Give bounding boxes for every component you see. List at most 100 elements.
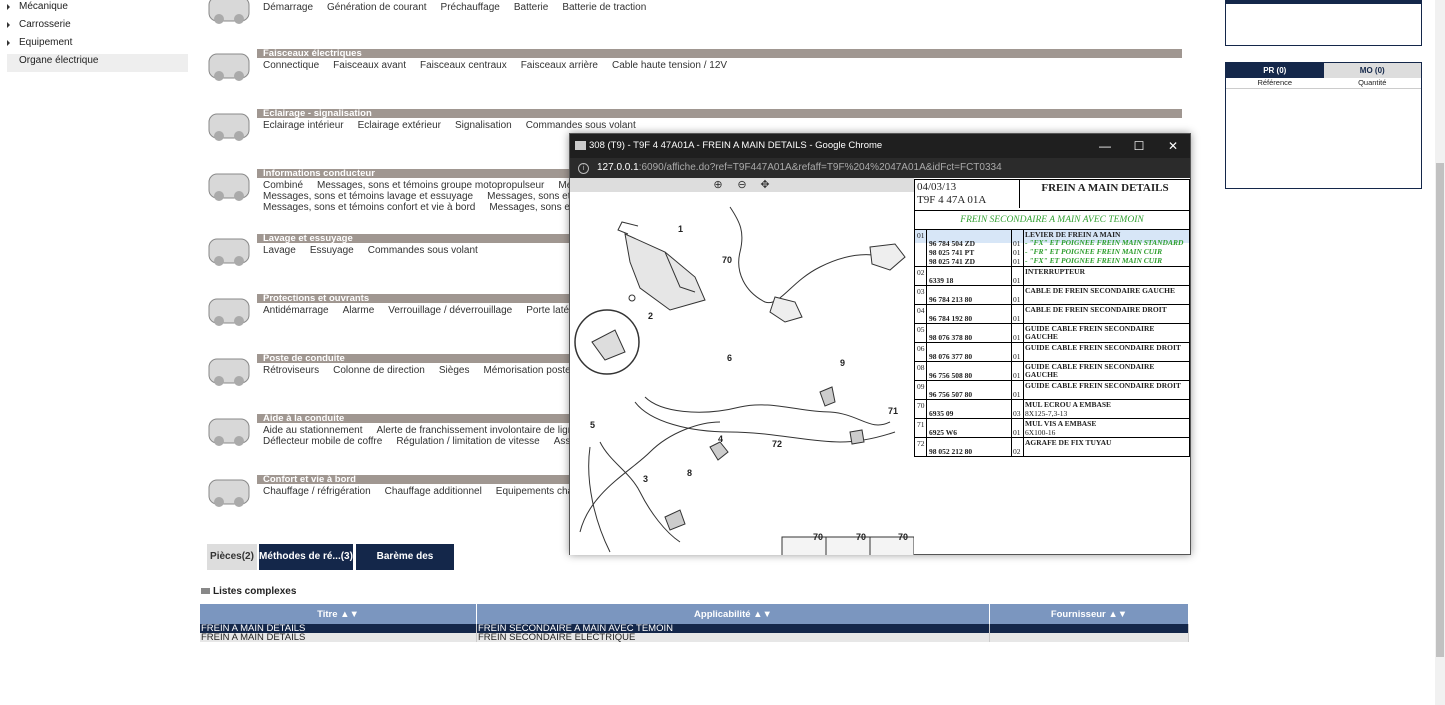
tab-pr[interactable]: PR (0) (1226, 63, 1324, 78)
diagram-callout[interactable]: 4 (718, 434, 723, 444)
category-link[interactable]: Sièges (439, 365, 470, 376)
category-link[interactable]: Verrouillage / déverrouillage (388, 305, 512, 316)
column-header-fournisseur[interactable]: Fournisseur ▲▼ (989, 604, 1189, 624)
category-link[interactable]: Essuyage (310, 245, 354, 256)
diagram-callout[interactable]: 8 (687, 468, 692, 478)
part-row[interactable]: 72 98 052 212 80 02 AGRAFE DE FIX TUYAU (914, 438, 1190, 457)
part-row[interactable]: 02 6339 18 01 INTERRUPTEUR (914, 267, 1190, 286)
category-image (205, 351, 255, 391)
category-link[interactable]: Chauffage / réfrigération (263, 486, 371, 497)
tab-bareme[interactable]: Barème des temps(1) (356, 544, 454, 588)
category-link[interactable]: Démarrage (263, 2, 313, 13)
category-link[interactable]: Connectique (263, 60, 319, 71)
part-number: 01 (917, 231, 925, 240)
category-link[interactable]: Faisceaux centraux (420, 60, 507, 71)
part-number: 02 (917, 268, 925, 277)
diagram-callout[interactable]: 2 (648, 311, 653, 321)
part-quantity: 01 (1013, 333, 1021, 342)
part-quantity: 01 (1013, 428, 1021, 437)
column-header-titre[interactable]: Titre ▲▼ (200, 604, 477, 624)
category-link[interactable]: Préchauffage (441, 2, 500, 13)
category-link[interactable]: Combiné (263, 180, 303, 191)
category-image (205, 291, 255, 331)
part-description: CABLE DE FREIN SECONDAIRE DROIT (1025, 305, 1167, 314)
part-row[interactable]: 01 96 784 504 ZD 01 LEVIER DE FREIN A MAIN -… (914, 230, 1190, 267)
category-link[interactable]: Messages, sons et témoins groupe motopro… (317, 180, 544, 191)
diagram-callout[interactable]: 9 (840, 358, 845, 368)
category-image (205, 472, 255, 512)
parts-list: 04/03/13 T9F 4 47A 01A FREIN A MAIN DETA… (914, 179, 1190, 457)
category-link[interactable]: Déflecteur mobile de coffre (263, 436, 382, 447)
part-quantity: 01 (1013, 352, 1021, 361)
tab-pieces[interactable]: Pièces(2) (207, 544, 257, 570)
nav-item-mecanique[interactable]: Mécanique (7, 0, 188, 18)
category-link[interactable]: Chauffage additionnel (385, 486, 482, 497)
category-link[interactable]: Messages, sons et témoins lavage et essu… (263, 191, 473, 202)
part-description: INTERRUPTEUR (1025, 267, 1086, 276)
category-link[interactable]: Antidémarrage (263, 305, 329, 316)
category-link[interactable]: Signalisation (455, 120, 512, 131)
category-link[interactable]: Eclairage intérieur (263, 120, 344, 131)
category-link[interactable]: Batterie de traction (562, 2, 646, 13)
category-link[interactable]: Aide au stationnement (263, 425, 363, 436)
zoom-out-icon[interactable]: ⊖ (735, 178, 749, 192)
diagram-callout[interactable]: 3 (643, 474, 648, 484)
maximize-icon[interactable]: ☐ (1122, 134, 1156, 158)
diagram-callout[interactable]: 70 (856, 532, 866, 542)
nav-item-equipement[interactable]: Equipement (7, 36, 188, 54)
diagram-callout[interactable]: 1 (678, 224, 683, 234)
part-number: 72 (917, 439, 925, 448)
category-link[interactable]: Batterie (514, 2, 548, 13)
diagram-callout[interactable]: 70 (898, 532, 908, 542)
category-link[interactable]: Alerte de franchissement involontaire de… (377, 425, 579, 436)
page-scrollbar[interactable] (1435, 0, 1445, 705)
part-row[interactable]: 03 96 784 213 80 01 CABLE DE FREIN SECONDAI… (914, 286, 1190, 305)
part-row[interactable]: 05 98 076 378 80 01 GUIDE CABLE FREIN SECON… (914, 324, 1190, 343)
diagram-callout[interactable]: 6 (727, 353, 732, 363)
category-link[interactable]: Faisceaux avant (333, 60, 406, 71)
category-link[interactable]: Colonne de direction (333, 365, 425, 376)
address-bar[interactable]: i 127.0.0.1:6090/affiche.do?ref=T9F447A0… (570, 158, 1190, 178)
nav-item-organe-electrique[interactable]: Organe électrique (7, 54, 188, 72)
table-row[interactable]: FREIN A MAIN DETAILS FREIN SECONDAIRE A … (200, 624, 1189, 633)
zoom-pan-icon[interactable]: ✥ (758, 178, 772, 192)
diagram-callout[interactable]: 70 (722, 255, 732, 265)
part-row[interactable]: 08 96 756 508 80 01 GUIDE CABLE FREIN SECON… (914, 362, 1190, 381)
category-link[interactable]: Commandes sous volant (526, 120, 636, 131)
minimize-icon[interactable]: — (1088, 134, 1122, 158)
part-row[interactable]: 04 96 784 192 80 01 CABLE DE FREIN SECONDAI… (914, 305, 1190, 324)
diagram-callout[interactable]: 5 (590, 420, 595, 430)
nav-item-carrosserie[interactable]: Carrosserie (7, 18, 188, 36)
window-title: 308 (T9) - T9F 4 47A01A - FREIN A MAIN D… (589, 140, 883, 151)
category-link[interactable]: Alarme (343, 305, 375, 316)
column-header-applicabilite[interactable]: Applicabilité ▲▼ (476, 604, 990, 624)
part-row[interactable]: 71 6925 W6 01 MUL VIS A EMBASE 6X100-16 (914, 419, 1190, 438)
diagram-callout[interactable]: 71 (888, 406, 898, 416)
scrollbar-thumb[interactable] (1436, 163, 1444, 657)
category-link[interactable]: Génération de courant (327, 2, 427, 13)
part-quantity: 03 (1013, 409, 1021, 418)
part-row[interactable]: 06 98 076 377 80 01 GUIDE CABLE FREIN SECON… (914, 343, 1190, 362)
tab-methodes[interactable]: Méthodes de ré...(3) (259, 544, 353, 570)
part-row[interactable]: 09 96 756 507 80 01 GUIDE CABLE FREIN SECON… (914, 381, 1190, 400)
category-link[interactable]: Lavage (263, 245, 296, 256)
category-link[interactable]: Rétroviseurs (263, 365, 319, 376)
table-row[interactable]: FREIN A MAIN DETAILS FREIN SECONDAIRE EL… (200, 633, 1189, 642)
part-reference: 6935 09 (929, 409, 954, 418)
category-link[interactable]: Eclairage extérieur (358, 120, 441, 131)
info-icon[interactable]: i (578, 163, 589, 174)
category-link[interactable]: Messages, sons et (489, 202, 572, 213)
diagram-callout[interactable]: 70 (813, 532, 823, 542)
category-link[interactable]: Messages, sons et (487, 191, 570, 202)
category-link[interactable]: Régulation / limitation de vitesse (396, 436, 539, 447)
category-link[interactable]: Commandes sous volant (368, 245, 478, 256)
diagram-callout[interactable]: 72 (772, 439, 782, 449)
close-icon[interactable]: ✕ (1156, 134, 1190, 158)
parts-header: 04/03/13 T9F 4 47A 01A FREIN A MAIN DETA… (914, 179, 1190, 211)
category-link[interactable]: Messages, sons et témoins confort et vie… (263, 202, 475, 213)
zoom-in-icon[interactable]: ⊕ (711, 178, 725, 192)
part-row[interactable]: 70 6935 09 03 MUL ECROU A EMBASE 8X125-7,3-1… (914, 400, 1190, 419)
category-link[interactable]: Cable haute tension / 12V (612, 60, 727, 71)
tab-mo[interactable]: MO (0) (1323, 63, 1421, 78)
category-link[interactable]: Faisceaux arrière (521, 60, 598, 71)
